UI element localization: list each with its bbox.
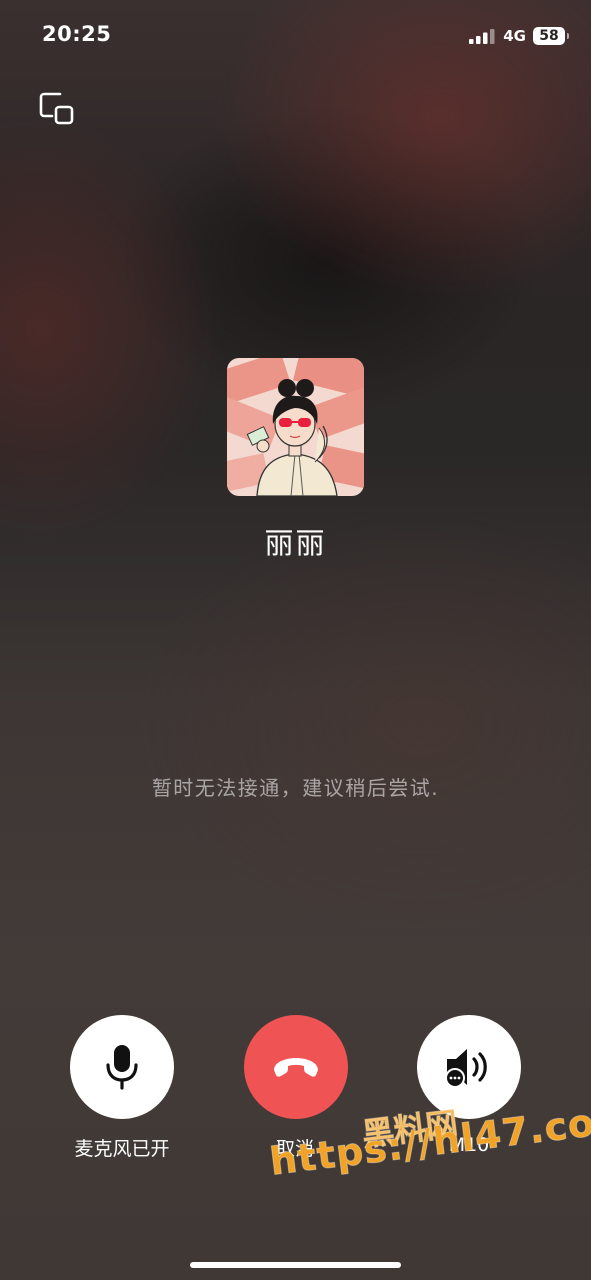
status-indicators: 4G 58 (469, 24, 569, 48)
microphone-label: 麦克风已开 (74, 1138, 170, 1160)
microphone-icon (106, 1045, 138, 1090)
speaker-icon (445, 1049, 487, 1088)
cellular-signal-icon (469, 29, 495, 44)
battery-level: 58 (539, 28, 559, 44)
network-type: 4G (503, 27, 526, 45)
battery-icon: 58 (533, 27, 569, 45)
call-status-text: 暂时无法接通，建议稍后尝试. (151, 776, 440, 800)
status-time: 20:25 (42, 22, 112, 46)
home-indicator[interactable] (190, 1262, 401, 1268)
hang-up-button[interactable] (244, 1015, 348, 1119)
phone-hangup-icon (274, 1058, 318, 1077)
contact-name: 丽丽 (264, 526, 327, 560)
avatar-cartoon-girl-sunglasses-icon (227, 358, 364, 496)
contact-avatar (227, 358, 364, 496)
minimize-window-icon[interactable] (38, 90, 76, 128)
microphone-button[interactable] (70, 1015, 174, 1119)
